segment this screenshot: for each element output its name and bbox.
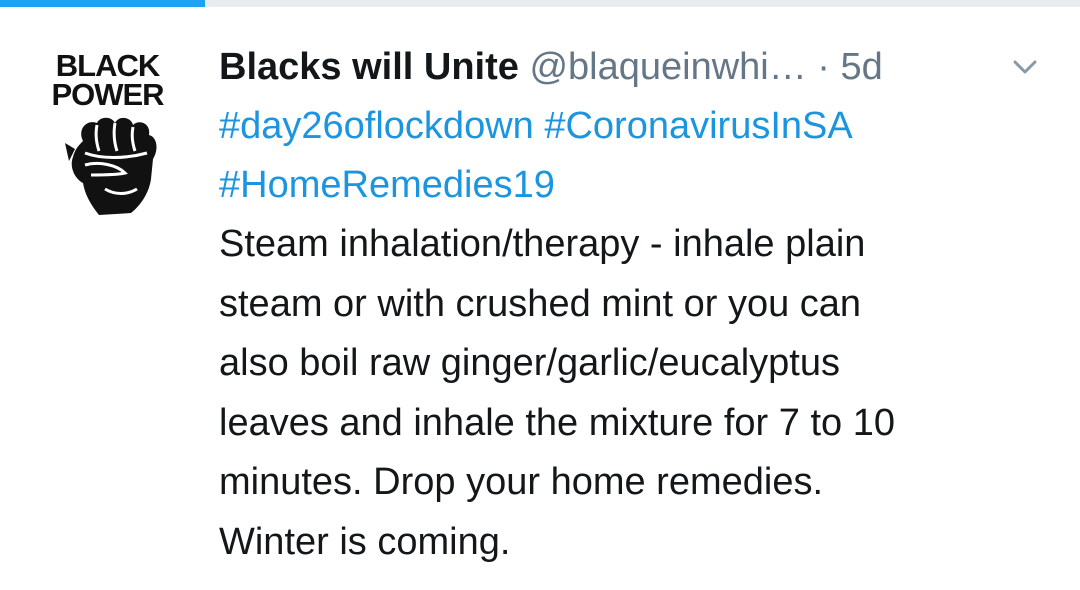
hashtag-line-2[interactable]: #HomeRemedies19: [219, 156, 1059, 215]
tweet-content: Blacks will Unite @blaqueinwhi… · 5d #da…: [219, 37, 1059, 572]
avatar[interactable]: BLACK POWER: [25, 48, 190, 221]
tweet[interactable]: BLACK POWER Blacks will Unite @blaqueinw…: [0, 7, 1080, 590]
tweet-body-line: also boil raw ginger/garlic/eucalyptus: [219, 342, 840, 384]
tweet-body-line: leaves and inhale the mixture for 7 to 1…: [219, 401, 895, 444]
raised-fist-icon: [65, 117, 157, 215]
tweet-timestamp[interactable]: 5d: [841, 46, 883, 88]
loading-bar-fill: [0, 0, 205, 7]
loading-bar: [0, 0, 1080, 7]
author-handle[interactable]: @blaqueinwhi…: [529, 46, 806, 88]
tweet-body-line: Winter is coming.: [219, 520, 511, 563]
author-name[interactable]: Blacks will Unite: [219, 46, 519, 88]
separator-dot: ·: [817, 46, 830, 88]
tweet-body-line: Steam inhalation/therapy - inhale plain: [219, 223, 866, 265]
avatar-logo-text: BLACK POWER: [25, 48, 190, 112]
avatar-line1: BLACK: [55, 48, 161, 83]
tweet-header: Blacks will Unite @blaqueinwhi… · 5d: [219, 37, 1059, 97]
tweet-body-line: steam or with crushed mint or you can: [219, 282, 862, 325]
tweet-body: Steam inhalation/therapy - inhale plain …: [219, 215, 1039, 572]
hashtag-line-1[interactable]: #day26oflockdown #CoronavirusInSA: [219, 97, 1059, 156]
avatar-line2: POWER: [51, 77, 164, 112]
chevron-down-icon[interactable]: [1011, 57, 1039, 77]
tweet-body-line: minutes. Drop your home remedies.: [219, 461, 824, 503]
